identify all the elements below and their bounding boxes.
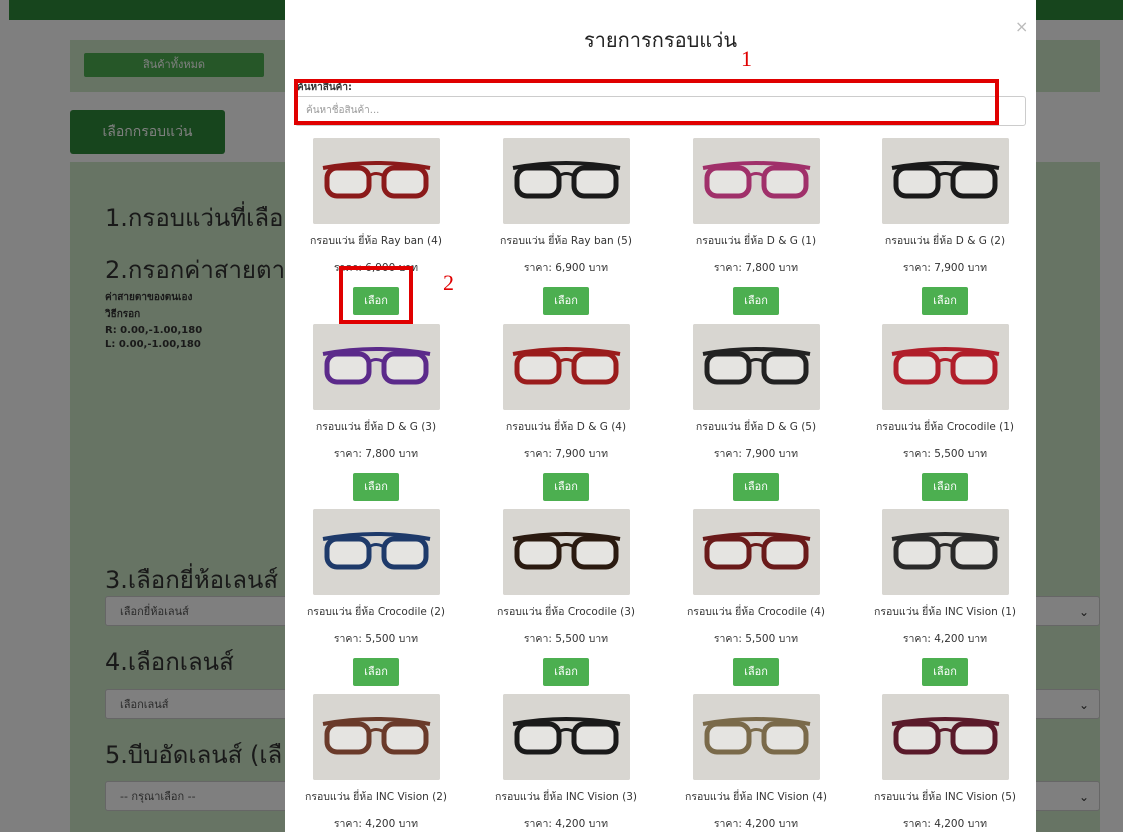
- product-price: ราคา: 7,800 บาท: [333, 448, 419, 460]
- product-image: [881, 138, 1009, 224]
- product-image: [881, 509, 1009, 595]
- product-card: กรอบแว่น ยี่ห้อ INC Vision (3) ราคา: 4,20…: [476, 694, 656, 832]
- product-name: กรอบแว่น ยี่ห้อ INC Vision (2): [304, 791, 448, 803]
- product-image: [312, 694, 440, 780]
- product-price: ราคา: 5,500 บาท: [523, 633, 609, 645]
- product-price: ราคา: 4,200 บาท: [902, 633, 988, 645]
- product-price: ราคา: 5,500 บาท: [333, 633, 419, 645]
- annotation-label-1: 1: [741, 46, 752, 71]
- product-name: กรอบแว่น ยี่ห้อ D & G (5): [695, 421, 817, 433]
- product-price: ราคา: 4,200 บาท: [902, 818, 988, 830]
- product-card: กรอบแว่น ยี่ห้อ INC Vision (5) ราคา: 4,20…: [855, 694, 1035, 832]
- select-product-button[interactable]: เลือก: [922, 287, 968, 315]
- product-card: กรอบแว่น ยี่ห้อ D & G (4) ราคา: 7,900 บาท…: [476, 324, 656, 501]
- product-image: [502, 324, 630, 410]
- annotation-label-2: 2: [443, 270, 454, 295]
- product-card: กรอบแว่น ยี่ห้อ D & G (3) ราคา: 7,800 บาท…: [286, 324, 466, 501]
- close-icon[interactable]: ×: [1015, 17, 1028, 36]
- product-name: กรอบแว่น ยี่ห้อ Ray ban (5): [500, 235, 632, 247]
- product-card: กรอบแว่น ยี่ห้อ D & G (1) ราคา: 7,800 บาท…: [666, 138, 846, 315]
- product-name: กรอบแว่น ยี่ห้อ INC Vision (1): [873, 606, 1017, 618]
- select-product-button[interactable]: เลือก: [733, 287, 779, 315]
- product-price: ราคา: 6,900 บาท: [523, 262, 609, 274]
- product-card: กรอบแว่น ยี่ห้อ INC Vision (2) ราคา: 4,20…: [286, 694, 466, 832]
- product-price: ราคา: 7,900 บาท: [523, 448, 609, 460]
- product-name: กรอบแว่น ยี่ห้อ Ray ban (4): [310, 235, 442, 247]
- product-card: กรอบแว่น ยี่ห้อ Crocodile (1) ราคา: 5,500…: [855, 324, 1035, 501]
- product-card: กรอบแว่น ยี่ห้อ Ray ban (5) ราคา: 6,900 บ…: [476, 138, 656, 315]
- select-product-button[interactable]: เลือก: [543, 473, 589, 501]
- product-card: กรอบแว่น ยี่ห้อ Crocodile (3) ราคา: 5,500…: [476, 509, 656, 686]
- product-name: กรอบแว่น ยี่ห้อ INC Vision (3): [494, 791, 638, 803]
- product-name: กรอบแว่น ยี่ห้อ Crocodile (4): [686, 606, 826, 618]
- product-price: ราคา: 4,200 บาท: [523, 818, 609, 830]
- product-price: ราคา: 7,900 บาท: [902, 262, 988, 274]
- product-image: [502, 694, 630, 780]
- select-product-button[interactable]: เลือก: [353, 473, 399, 501]
- product-image: [312, 324, 440, 410]
- select-product-button[interactable]: เลือก: [733, 658, 779, 686]
- product-name: กรอบแว่น ยี่ห้อ D & G (4): [505, 421, 627, 433]
- product-price: ราคา: 4,200 บาท: [713, 818, 799, 830]
- product-card: กรอบแว่น ยี่ห้อ INC Vision (1) ราคา: 4,20…: [855, 509, 1035, 686]
- product-card: กรอบแว่น ยี่ห้อ D & G (2) ราคา: 7,900 บาท…: [855, 138, 1035, 315]
- product-image: [502, 509, 630, 595]
- product-card: กรอบแว่น ยี่ห้อ D & G (5) ราคา: 7,900 บาท…: [666, 324, 846, 501]
- select-product-button[interactable]: เลือก: [922, 658, 968, 686]
- annotation-box-2: [339, 266, 413, 324]
- product-name: กรอบแว่น ยี่ห้อ Crocodile (3): [496, 606, 636, 618]
- product-card: กรอบแว่น ยี่ห้อ INC Vision (4) ราคา: 4,20…: [666, 694, 846, 832]
- select-product-button[interactable]: เลือก: [543, 658, 589, 686]
- product-name: กรอบแว่น ยี่ห้อ INC Vision (5): [873, 791, 1017, 803]
- select-product-button[interactable]: เลือก: [353, 658, 399, 686]
- product-price: ราคา: 5,500 บาท: [902, 448, 988, 460]
- annotation-box-1: [294, 79, 999, 125]
- product-name: กรอบแว่น ยี่ห้อ D & G (3): [315, 421, 437, 433]
- product-image: [502, 138, 630, 224]
- product-name: กรอบแว่น ยี่ห้อ D & G (2): [884, 235, 1006, 247]
- product-price: ราคา: 5,500 บาท: [713, 633, 799, 645]
- product-image: [692, 694, 820, 780]
- product-image: [692, 138, 820, 224]
- product-name: กรอบแว่น ยี่ห้อ Crocodile (2): [306, 606, 446, 618]
- select-product-button[interactable]: เลือก: [922, 473, 968, 501]
- product-price: ราคา: 7,900 บาท: [713, 448, 799, 460]
- select-product-button[interactable]: เลือก: [733, 473, 779, 501]
- product-image: [692, 324, 820, 410]
- product-card: กรอบแว่น ยี่ห้อ Crocodile (4) ราคา: 5,500…: [666, 509, 846, 686]
- product-price: ราคา: 7,800 บาท: [713, 262, 799, 274]
- product-image: [312, 138, 440, 224]
- modal-title: รายการกรอบแว่น: [583, 30, 738, 52]
- product-image: [312, 509, 440, 595]
- select-product-button[interactable]: เลือก: [543, 287, 589, 315]
- product-price: ราคา: 4,200 บาท: [333, 818, 419, 830]
- product-name: กรอบแว่น ยี่ห้อ D & G (1): [695, 235, 817, 247]
- product-name: กรอบแว่น ยี่ห้อ INC Vision (4): [684, 791, 828, 803]
- product-image: [881, 324, 1009, 410]
- product-card: กรอบแว่น ยี่ห้อ Crocodile (2) ราคา: 5,500…: [286, 509, 466, 686]
- product-image: [881, 694, 1009, 780]
- product-image: [692, 509, 820, 595]
- product-name: กรอบแว่น ยี่ห้อ Crocodile (1): [875, 421, 1015, 433]
